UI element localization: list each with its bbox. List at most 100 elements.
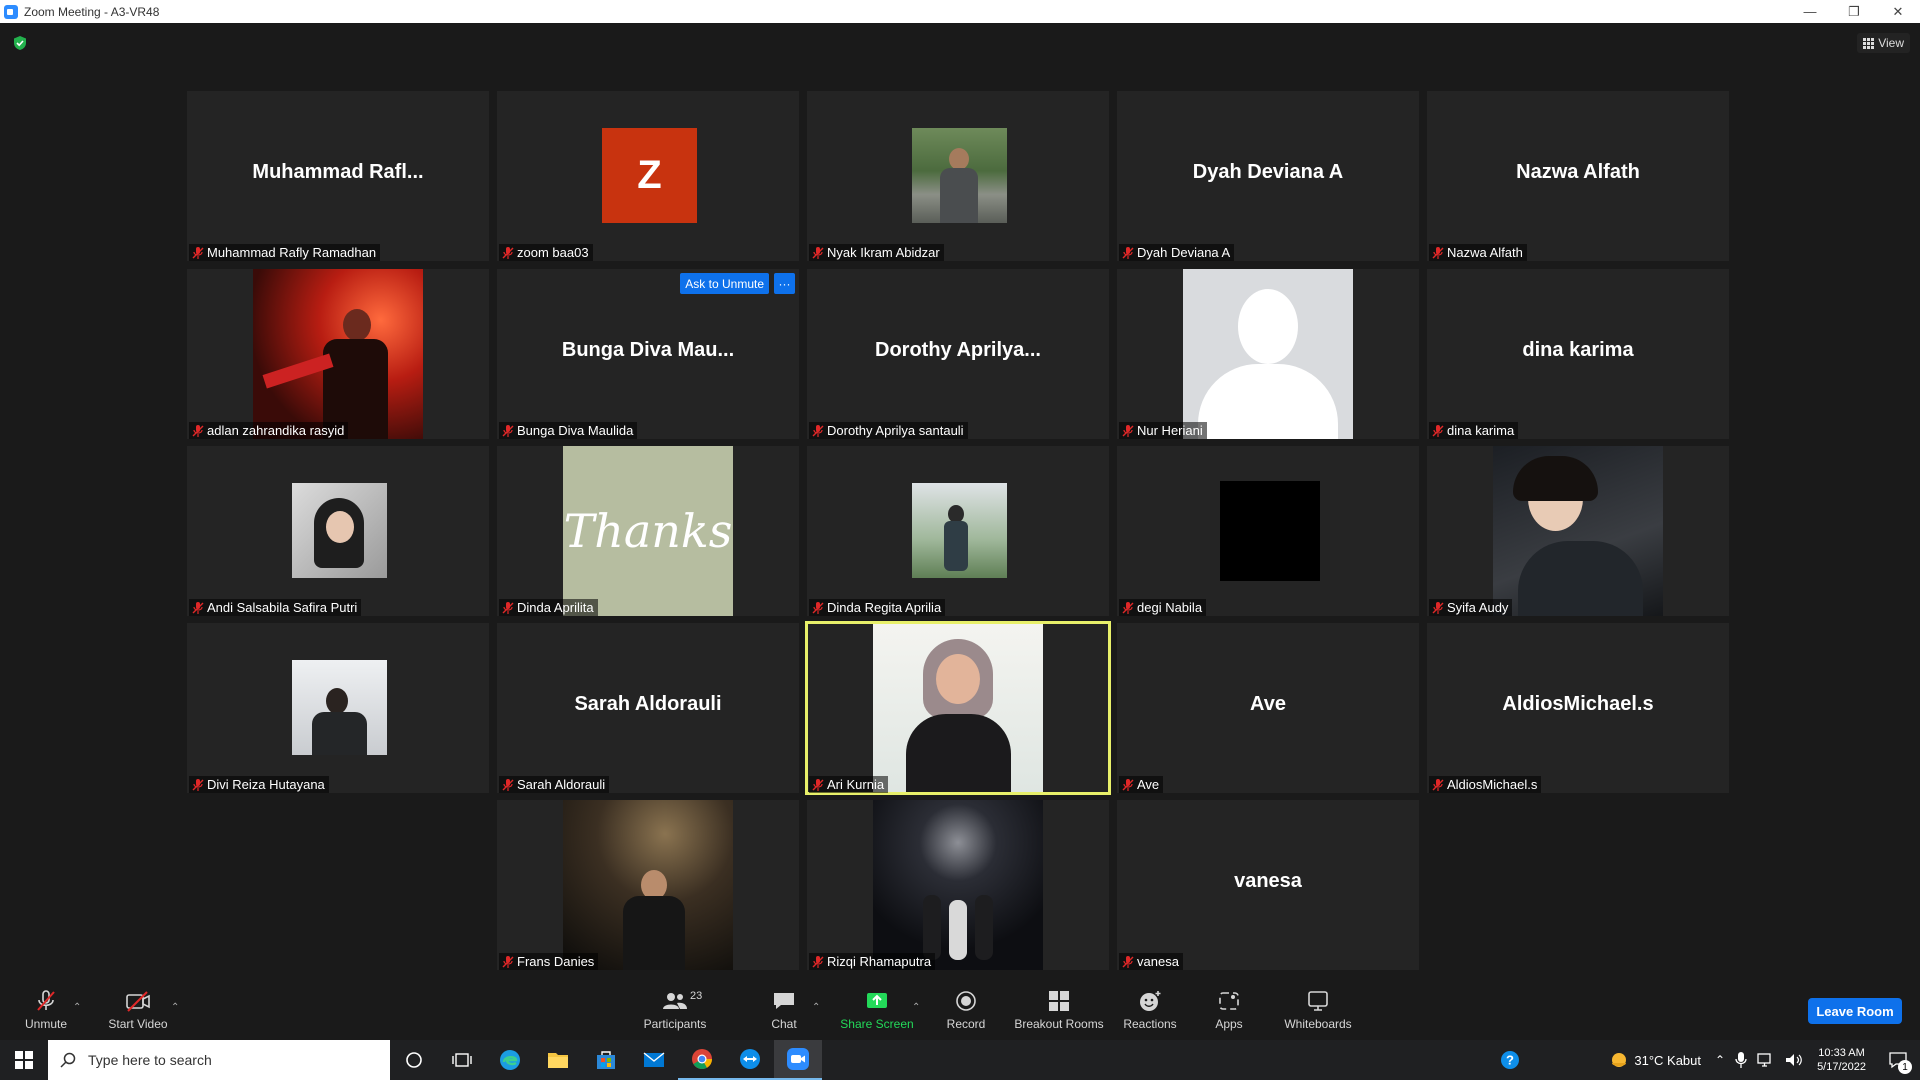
- reactions-button[interactable]: Reactions: [1120, 980, 1180, 1040]
- muted-mic-icon: [812, 246, 824, 259]
- leave-room-button[interactable]: Leave Room: [1808, 998, 1902, 1024]
- default-profile-silhouette: [1183, 269, 1353, 439]
- participant-tile[interactable]: Nyak Ikram Abidzar: [807, 91, 1109, 261]
- chat-button[interactable]: Chat: [760, 980, 808, 1040]
- volume-icon[interactable]: [1785, 1052, 1803, 1068]
- taskbar-search-box[interactable]: Type here to search: [48, 1040, 390, 1080]
- whiteboards-button[interactable]: Whiteboards: [1280, 980, 1356, 1040]
- participant-tile[interactable]: Ave Ave: [1117, 623, 1419, 793]
- participants-icon: [663, 993, 687, 1009]
- participant-tile[interactable]: Thanks Dinda Aprilita: [497, 446, 799, 616]
- participant-tile[interactable]: Frans Danies: [497, 800, 799, 970]
- help-tray-button[interactable]: ?: [1490, 1040, 1530, 1080]
- breakout-rooms-button[interactable]: Breakout Rooms: [1012, 980, 1106, 1040]
- minimize-button[interactable]: —: [1788, 0, 1832, 23]
- participant-tile[interactable]: adlan zahrandika rasyid: [187, 269, 489, 439]
- apps-label: Apps: [1215, 1017, 1243, 1031]
- participant-display-name: Bunga Diva Mau...: [561, 339, 735, 361]
- participant-photo: [873, 624, 1043, 792]
- participant-display-name: Ave: [1250, 693, 1286, 715]
- ask-to-unmute-button[interactable]: Ask to Unmute: [680, 273, 769, 294]
- participant-label: Dyah Deviana A: [1119, 244, 1235, 261]
- participant-tile[interactable]: Nur Heriani: [1117, 269, 1419, 439]
- security-shield-icon[interactable]: [12, 35, 28, 51]
- task-view-button[interactable]: [438, 1040, 486, 1080]
- edge-taskbar-button[interactable]: [486, 1040, 534, 1080]
- breakout-rooms-icon: [1049, 991, 1069, 1011]
- view-button[interactable]: View: [1857, 33, 1910, 53]
- participant-tile[interactable]: Z zoom baa03: [497, 91, 799, 261]
- participant-tile[interactable]: Dorothy Aprilya... Dorothy Aprilya santa…: [807, 269, 1109, 439]
- whiteboards-label: Whiteboards: [1284, 1017, 1352, 1031]
- unmute-label: Unmute: [24, 1017, 68, 1031]
- participant-photo: [253, 269, 423, 439]
- store-taskbar-button[interactable]: [582, 1040, 630, 1080]
- muted-mic-icon: [1432, 424, 1444, 437]
- participant-name: Rizqi Rhamaputra: [827, 954, 932, 969]
- network-icon[interactable]: [1757, 1052, 1775, 1068]
- participant-tile[interactable]: Nazwa Alfath Nazwa Alfath: [1427, 91, 1729, 261]
- chrome-taskbar-button[interactable]: [678, 1040, 726, 1080]
- record-button[interactable]: Record: [940, 980, 992, 1040]
- tile-more-button[interactable]: ···: [774, 273, 795, 294]
- mail-taskbar-button[interactable]: [630, 1040, 678, 1080]
- share-options-caret[interactable]: ⌃: [912, 1002, 922, 1013]
- start-video-button[interactable]: Start Video: [104, 980, 172, 1040]
- reactions-label: Reactions: [1123, 1017, 1177, 1031]
- participant-tile[interactable]: vanesa vanesa: [1117, 800, 1419, 970]
- zoom-app-icon: [4, 4, 18, 19]
- participant-name: dina karima: [1447, 423, 1515, 438]
- participant-tile[interactable]: AldiosMichael.s AldiosMichael.s: [1427, 623, 1729, 793]
- microphone-tray-icon[interactable]: [1735, 1051, 1747, 1069]
- weather-text[interactable]: 31°C Kabut: [1634, 1053, 1701, 1068]
- taskbar-clock[interactable]: 10:33 AM 5/17/2022: [1817, 1046, 1866, 1074]
- participant-avatar: Z: [602, 128, 697, 223]
- close-button[interactable]: ✕: [1876, 0, 1920, 23]
- participant-tile[interactable]: Rizqi Rhamaputra: [807, 800, 1109, 970]
- video-options-caret[interactable]: ⌃: [171, 1002, 181, 1013]
- participant-tile[interactable]: Syifa Audy: [1427, 446, 1729, 616]
- mic-muted-icon: [37, 990, 55, 1011]
- participant-display-name: dina karima: [1522, 339, 1634, 361]
- participant-tile[interactable]: dina karima dina karima: [1427, 269, 1729, 439]
- cortana-button[interactable]: [390, 1040, 438, 1080]
- active-speaker-tile[interactable]: Ari Kurnia: [805, 621, 1111, 795]
- participant-name: Syifa Audy: [1447, 600, 1509, 615]
- audio-options-caret[interactable]: ⌃: [73, 1002, 83, 1013]
- meeting-toolbar: Unmute ⌃ Start Video ⌃ Participants 23 C…: [0, 980, 1920, 1040]
- participant-tile[interactable]: Muhammad Rafl... Muhammad Rafly Ramadhan: [187, 91, 489, 261]
- start-button[interactable]: [0, 1040, 48, 1080]
- restore-button[interactable]: ❐: [1832, 0, 1876, 23]
- mail-icon: [643, 1052, 665, 1067]
- participant-tile[interactable]: Divi Reiza Hutayana: [187, 623, 489, 793]
- teamviewer-taskbar-button[interactable]: [726, 1040, 774, 1080]
- participant-name: Frans Danies: [517, 954, 595, 969]
- unmute-button[interactable]: Unmute: [18, 980, 74, 1040]
- participant-tile[interactable]: Sarah Aldorauli Sarah Aldorauli: [497, 623, 799, 793]
- participant-label: Divi Reiza Hutayana: [189, 776, 329, 793]
- muted-mic-icon: [1432, 601, 1444, 614]
- participant-label: Nur Heriani: [1119, 422, 1207, 439]
- show-hidden-icons-chevron-icon[interactable]: ⌃: [1715, 1053, 1725, 1067]
- share-screen-button[interactable]: Share Screen: [836, 980, 918, 1040]
- participant-tile[interactable]: degi Nabila: [1117, 446, 1419, 616]
- apps-button[interactable]: Apps: [1205, 980, 1253, 1040]
- participants-button[interactable]: Participants: [640, 980, 710, 1040]
- participant-tile[interactable]: Dinda Regita Aprilia: [807, 446, 1109, 616]
- zoom-taskbar-button[interactable]: [774, 1040, 822, 1080]
- chat-options-caret[interactable]: ⌃: [812, 1002, 822, 1013]
- participant-tile[interactable]: Andi Salsabila Safira Putri: [187, 446, 489, 616]
- edge-icon: [500, 1050, 520, 1070]
- participant-label: Nyak Ikram Abidzar: [809, 244, 944, 261]
- muted-mic-icon: [192, 424, 204, 437]
- cortana-circle-icon: [406, 1052, 422, 1068]
- search-icon: [60, 1052, 76, 1068]
- participant-label: Bunga Diva Maulida: [499, 422, 638, 439]
- file-explorer-taskbar-button[interactable]: [534, 1040, 582, 1080]
- action-center-button[interactable]: 1: [1876, 1040, 1920, 1080]
- video-off-icon: [126, 991, 150, 1012]
- participant-tile[interactable]: Bunga Diva Mau... Ask to Unmute ··· Bung…: [497, 269, 799, 439]
- svg-text:?: ?: [1506, 1053, 1514, 1068]
- participant-tile[interactable]: Dyah Deviana A Dyah Deviana A: [1117, 91, 1419, 261]
- chrome-icon: [692, 1049, 713, 1070]
